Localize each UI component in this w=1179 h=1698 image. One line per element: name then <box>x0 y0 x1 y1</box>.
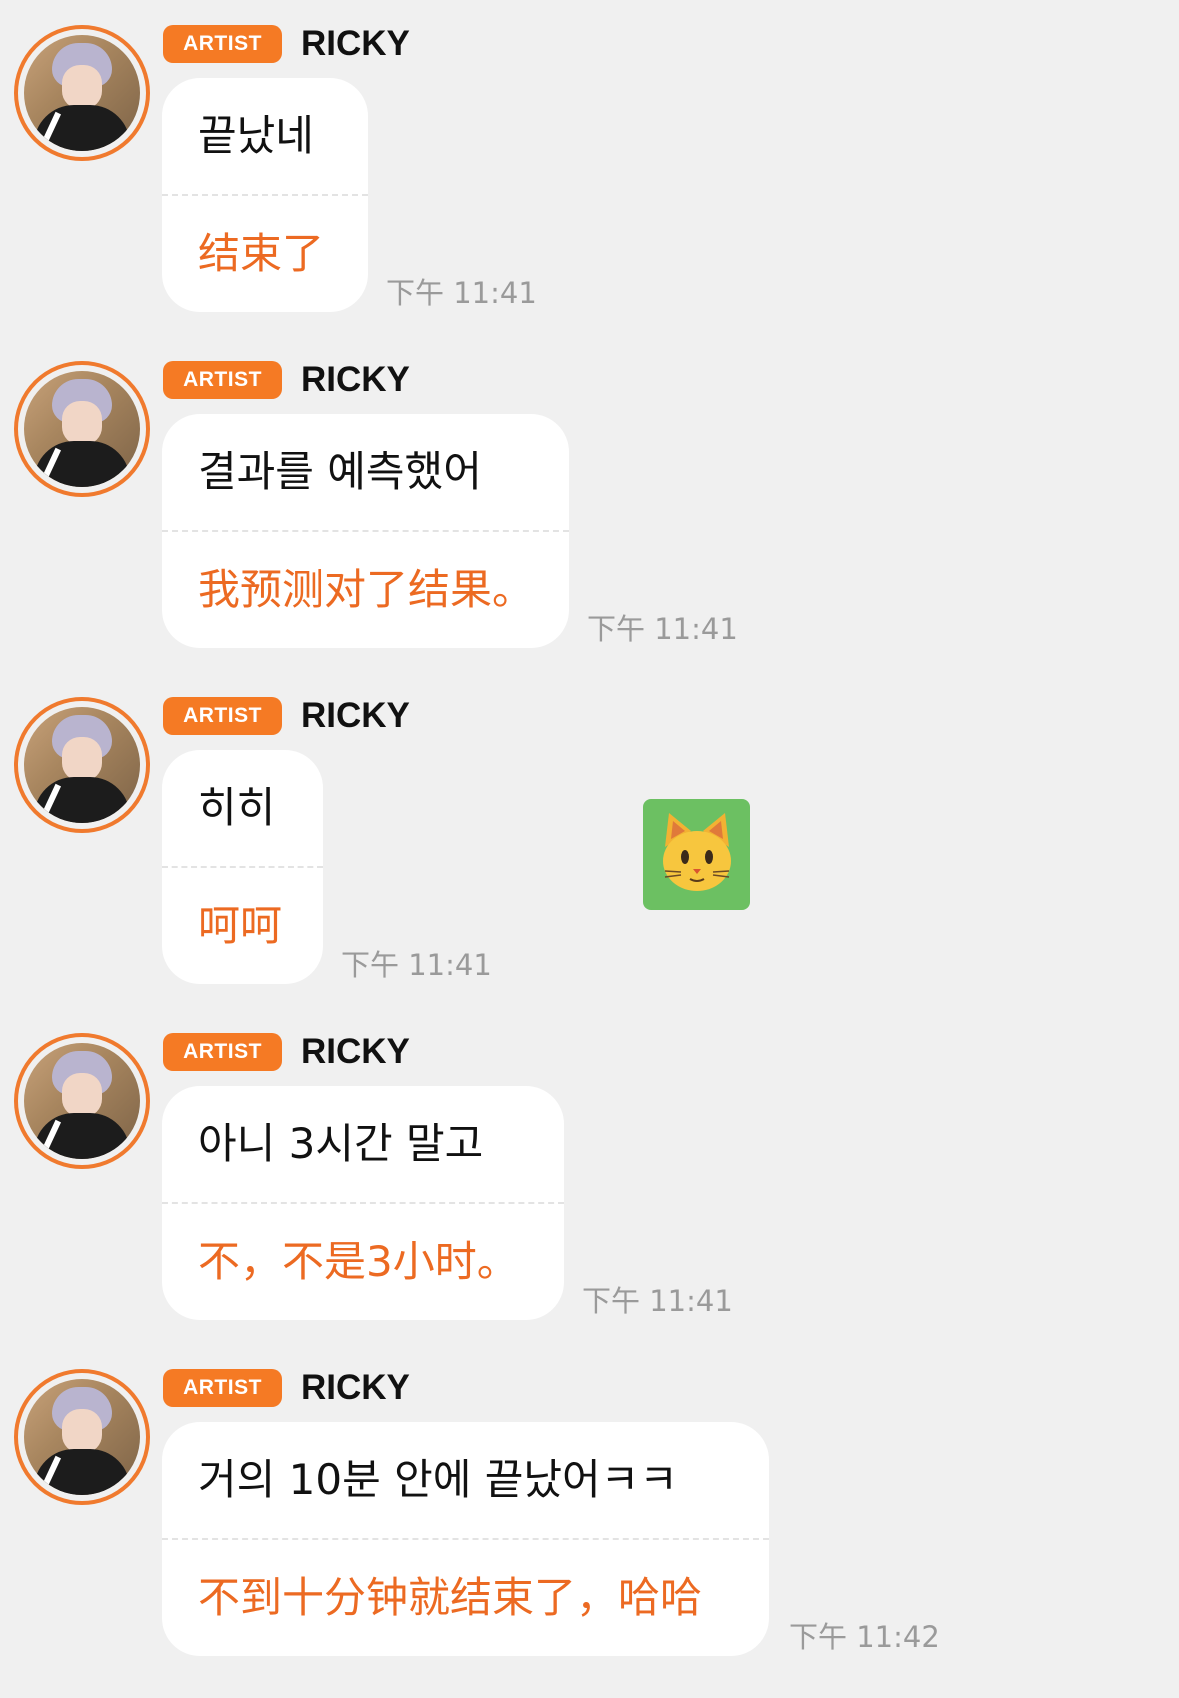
message-text: 아니 3시간 말고 <box>198 1119 484 1168</box>
message-bubble[interactable]: 거의 10분 안에 끝났어ㅋㅋ 不到十分钟就结束了，哈哈 <box>162 1422 769 1656</box>
cat-face-icon <box>663 813 731 891</box>
avatar[interactable] <box>14 25 150 161</box>
message-text: 히히 <box>198 783 276 832</box>
sender-name[interactable]: RICKY <box>301 356 410 404</box>
message-bubble[interactable]: 히히 呵呵 <box>162 750 323 984</box>
chat-thread: ARTIST RICKY 끝났네 结束了 下午 11:41 ARTIST RIC… <box>0 0 1179 1698</box>
artist-badge: ARTIST <box>163 361 282 399</box>
message-timestamp: 下午 11:41 <box>386 276 537 310</box>
message-timestamp: 下午 11:42 <box>789 1620 940 1654</box>
message-text: 끝났네 <box>198 111 314 160</box>
sticker[interactable] <box>643 799 750 910</box>
sender-name[interactable]: RICKY <box>301 1028 410 1076</box>
artist-badge: ARTIST <box>163 25 282 63</box>
translation-text: 结束了 <box>198 229 325 278</box>
sender-name[interactable]: RICKY <box>301 1364 410 1412</box>
translation-text: 不，不是3小时。 <box>198 1237 519 1286</box>
message-bubble[interactable]: 끝났네 结束了 <box>162 78 368 312</box>
sender-name[interactable]: RICKY <box>301 692 410 740</box>
avatar-photo <box>24 707 140 823</box>
avatar-photo <box>24 1379 140 1495</box>
avatar[interactable] <box>14 361 150 497</box>
message-bubble[interactable]: 아니 3시간 말고 不，不是3小时。 <box>162 1086 564 1320</box>
artist-badge: ARTIST <box>163 1033 282 1071</box>
artist-badge: ARTIST <box>163 697 282 735</box>
avatar-photo <box>24 1043 140 1159</box>
message-timestamp: 下午 11:41 <box>587 612 738 646</box>
avatar[interactable] <box>14 1033 150 1169</box>
message-text: 거의 10분 안에 끝났어ㅋㅋ <box>198 1455 678 1504</box>
sender-name[interactable]: RICKY <box>301 20 410 68</box>
message-timestamp: 下午 11:41 <box>582 1284 733 1318</box>
avatar[interactable] <box>14 1369 150 1505</box>
avatar-photo <box>24 371 140 487</box>
message-bubble[interactable]: 결과를 예측했어 我预测对了结果。 <box>162 414 569 648</box>
translation-text: 我预测对了结果。 <box>198 565 535 614</box>
translation-text: 呵呵 <box>198 901 283 950</box>
message-timestamp: 下午 11:41 <box>341 948 492 982</box>
translation-text: 不到十分钟就结束了，哈哈 <box>198 1573 703 1622</box>
message-text: 결과를 예측했어 <box>198 447 482 496</box>
artist-badge: ARTIST <box>163 1369 282 1407</box>
avatar[interactable] <box>14 697 150 833</box>
avatar-photo <box>24 35 140 151</box>
